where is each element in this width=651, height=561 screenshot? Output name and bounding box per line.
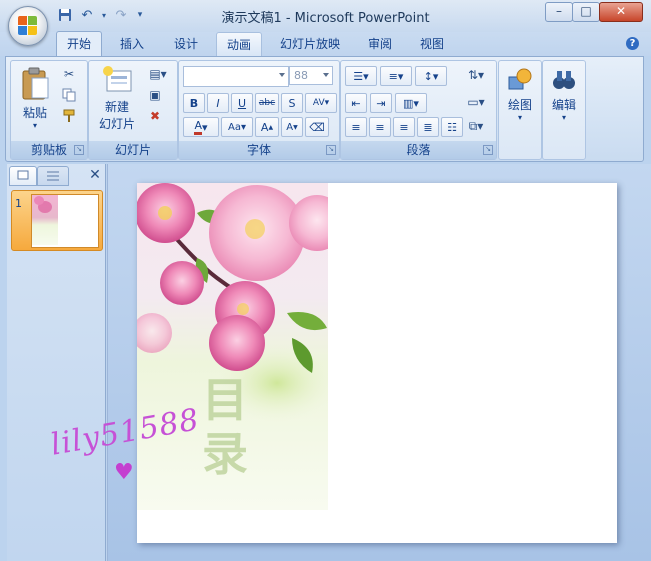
italic-icon[interactable]: I	[207, 93, 229, 113]
character-spacing-icon[interactable]: AV▾	[305, 93, 337, 113]
clear-formatting-icon[interactable]: ⌫	[305, 117, 329, 137]
underline-icon[interactable]: U	[231, 93, 253, 113]
grow-font-icon[interactable]: A ▲	[255, 117, 279, 137]
new-slide-label-1: 新建	[104, 100, 129, 114]
new-slide-icon	[103, 66, 132, 92]
align-left-icon[interactable]: ≡	[345, 117, 367, 137]
tab-view[interactable]: 视图	[410, 32, 454, 56]
font-name-combo[interactable]	[183, 66, 289, 87]
outline-tab-icon[interactable]	[37, 166, 69, 186]
shrink-font-icon[interactable]: A ▼	[281, 117, 303, 137]
columns-icon[interactable]: ▥▾	[395, 93, 427, 113]
paragraph-launcher-icon[interactable]: ↘	[483, 145, 493, 155]
reset-icon[interactable]: ▣	[145, 86, 165, 104]
font-launcher-icon[interactable]: ↘	[326, 145, 336, 155]
thumbnail-image	[32, 195, 58, 245]
editing-label: 编辑	[551, 98, 576, 112]
slides-group: 新建 幻灯片 ▤▾ ▣ ✖ 幻灯片	[88, 60, 178, 160]
numbering-icon[interactable]: ≡▾	[380, 66, 412, 86]
office-logo-icon	[18, 16, 38, 36]
decrease-indent-icon[interactable]: ⇤	[345, 93, 367, 113]
paragraph-row-1: ☰▾ ≡▾ ↕▾	[345, 66, 447, 86]
tab-animations[interactable]: 动画	[216, 32, 263, 57]
text-direction-icon[interactable]: ⇅▾	[463, 66, 489, 84]
tab-home[interactable]: 开始	[56, 31, 103, 57]
maximize-button[interactable]: □	[572, 2, 600, 22]
paste-button[interactable]: 粘贴 ▾	[15, 65, 55, 135]
paste-icon	[22, 67, 49, 100]
shadow-icon[interactable]: S	[281, 93, 303, 113]
bold-icon[interactable]: B	[183, 93, 205, 113]
font-format-row: B I U abc S AV▾	[183, 93, 337, 113]
shapes-icon	[508, 68, 532, 90]
strikethrough-icon[interactable]: abc	[255, 93, 279, 113]
font-group: 88 B I U abc S AV▾ A ▾ Aa▾ A ▲ A ▼ ⌫ 字体 ↘	[178, 60, 340, 160]
clipboard-group: 粘贴 ▾ ✂ 剪贴板 ↘	[10, 60, 88, 160]
paragraph-group-label: 段落	[341, 141, 496, 159]
change-case-icon[interactable]: Aa▾	[221, 117, 253, 137]
paste-label: 粘贴	[22, 106, 47, 120]
paragraph-row-2: ⇤ ⇥ ▥▾	[345, 93, 427, 113]
smartart-icon[interactable]: ⧉▾	[463, 117, 489, 135]
drawing-button[interactable]: 绘图 ▾	[501, 65, 539, 135]
slides-tab-icon[interactable]	[9, 166, 37, 186]
font-group-label: 字体	[179, 141, 339, 159]
slide-number: 1	[15, 197, 22, 210]
watermark-text: lily51588	[48, 402, 203, 463]
watermark: lily51588 ♥	[48, 402, 210, 490]
binoculars-icon	[553, 71, 575, 89]
new-slide-label-2: 幻灯片	[98, 117, 135, 131]
layout-icon[interactable]: ▤▾	[145, 65, 171, 83]
font-size-value: 88	[294, 69, 308, 82]
justify-icon[interactable]: ≣	[417, 117, 439, 137]
editing-group: 编辑 ▾	[542, 60, 586, 160]
help-icon[interactable]: ?	[626, 37, 639, 50]
tab-review[interactable]: 审阅	[358, 32, 402, 56]
tab-design[interactable]: 设计	[164, 32, 208, 56]
office-button[interactable]	[8, 6, 48, 46]
slide-thumbnail[interactable]	[31, 194, 99, 248]
copy-icon[interactable]	[59, 86, 79, 104]
tab-insert[interactable]: 插入	[110, 32, 154, 56]
paragraph-group: ☰▾ ≡▾ ↕▾ ⇅▾ ⇤ ⇥ ▥▾ ▭▾ ≡ ≡ ≡ ≣ ☷ ⧉▾ 段落 ↘	[340, 60, 497, 160]
minimize-button[interactable]: –	[545, 2, 573, 22]
tab-slideshow[interactable]: 幻灯片放映	[270, 32, 350, 56]
clipboard-launcher-icon[interactable]: ↘	[74, 145, 84, 155]
align-text-icon[interactable]: ▭▾	[463, 93, 489, 111]
paragraph-row-3: ≡ ≡ ≡ ≣ ☷	[345, 117, 463, 137]
font-color-row: A ▾ Aa▾ A ▲ A ▼ ⌫	[183, 117, 329, 137]
line-spacing-icon[interactable]: ↕▾	[415, 66, 447, 86]
font-color-icon[interactable]: A ▾	[183, 117, 219, 137]
close-pane-icon[interactable]: ✕	[87, 167, 103, 183]
align-right-icon[interactable]: ≡	[393, 117, 415, 137]
slides-group-label: 幻灯片	[89, 141, 177, 159]
format-painter-icon[interactable]	[59, 107, 79, 125]
drawing-group: 绘图 ▾	[498, 60, 542, 160]
editing-button[interactable]: 编辑 ▾	[545, 65, 583, 135]
increase-indent-icon[interactable]: ⇥	[370, 93, 392, 113]
bullets-icon[interactable]: ☰▾	[345, 66, 377, 86]
align-center-icon[interactable]: ≡	[369, 117, 391, 137]
cut-icon[interactable]: ✂	[59, 65, 79, 83]
distributed-icon[interactable]: ☷	[441, 117, 463, 137]
pane-tabs: ✕	[7, 166, 105, 186]
close-button[interactable]: ✕	[599, 2, 643, 22]
new-slide-button[interactable]: 新建 幻灯片	[91, 65, 143, 137]
drawing-label: 绘图	[507, 98, 532, 112]
heart-icon: ♥	[114, 460, 134, 485]
delete-slide-icon[interactable]: ✖	[145, 107, 165, 125]
font-size-combo[interactable]: 88	[289, 66, 333, 85]
